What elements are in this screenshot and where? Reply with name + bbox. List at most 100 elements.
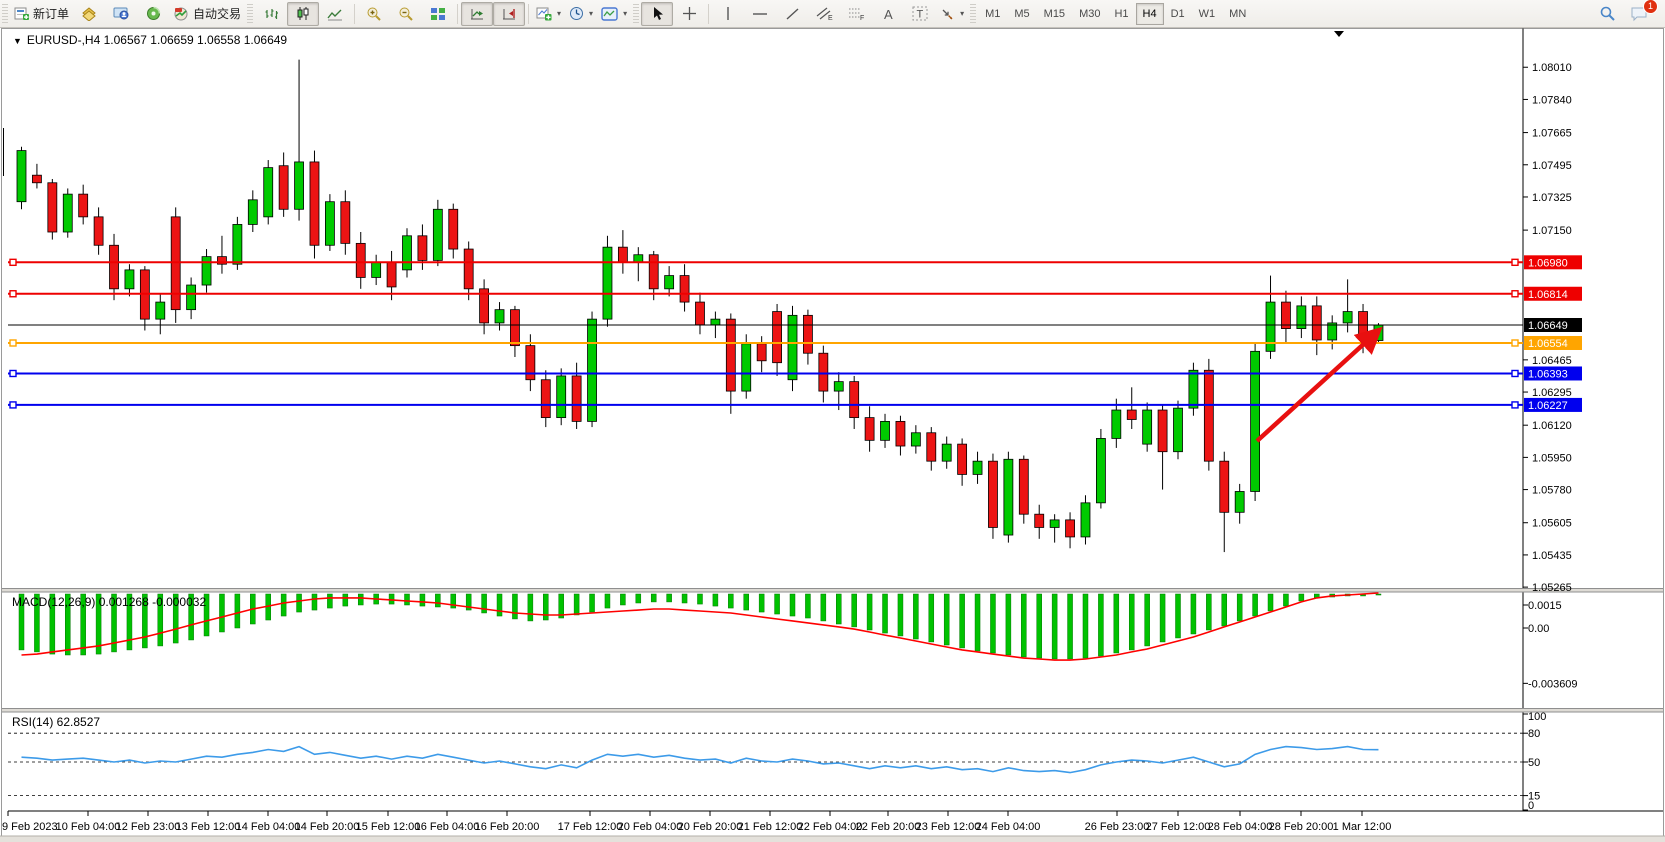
zoom-in-icon (366, 6, 382, 22)
time-axis-label: 20 Feb 04:00 (618, 821, 683, 833)
timeframe-button-m30[interactable]: M30 (1072, 3, 1107, 25)
news-icon (146, 6, 161, 21)
fibonacci-button[interactable]: F (840, 2, 872, 26)
periods-clock-icon (569, 6, 584, 21)
hline-handle[interactable] (10, 291, 16, 297)
cursor-button[interactable] (641, 2, 673, 26)
timeframe-button-m1[interactable]: M1 (978, 3, 1007, 25)
equidistant-channel-button[interactable]: E (808, 2, 840, 26)
search-button[interactable] (1591, 2, 1623, 26)
new-order-button[interactable]: 新订单 (10, 2, 73, 26)
svg-text:A: A (884, 7, 893, 21)
trendline-button[interactable] (776, 2, 808, 26)
bar-chart-button[interactable] (255, 2, 287, 26)
macd-axis-label: 0.0015 (1528, 600, 1562, 612)
zoom-in-button[interactable] (358, 2, 390, 26)
price-tick-label: 1.05950 (1532, 452, 1572, 464)
price-tick-label: 1.05605 (1532, 518, 1572, 530)
timeframe-button-w1[interactable]: W1 (1192, 3, 1223, 25)
time-axis-label: 23 Feb 12:00 (916, 821, 981, 833)
trendline-icon (785, 7, 800, 21)
price-tick-label: 1.06465 (1532, 355, 1572, 367)
chevron-down-icon: ▾ (623, 9, 627, 18)
toolbar: 新订单 (0, 0, 1665, 28)
horizontal-line-button[interactable] (744, 2, 776, 26)
timeframe-button-m5[interactable]: M5 (1007, 3, 1036, 25)
equidistant-channel-icon: E (816, 6, 833, 21)
chart-title: ▼EURUSD-,H4 1.06567 1.06659 1.06558 1.06… (13, 33, 287, 47)
chart-dropdown-icon[interactable]: ▼ (13, 36, 22, 46)
hline-handle[interactable] (10, 370, 16, 376)
time-axis-label: 14 Feb 20:00 (295, 821, 360, 833)
price-tick-label: 1.07665 (1532, 128, 1572, 140)
periods-clock-button[interactable]: ▾ (565, 2, 597, 26)
timeframe-button-h1[interactable]: H1 (1107, 3, 1135, 25)
time-axis-label: 22 Feb 20:00 (856, 821, 921, 833)
tile-windows-icon (430, 7, 446, 21)
tile-windows-button[interactable] (422, 2, 454, 26)
add-indicator-button[interactable]: ▾ (532, 2, 565, 26)
toolbar-grip (970, 4, 976, 24)
zoom-out-icon (398, 6, 414, 22)
crosshair-button[interactable] (673, 2, 705, 26)
hline-handle[interactable] (1512, 402, 1518, 408)
hline-handle[interactable] (1512, 370, 1518, 376)
horizontal-line-icon (752, 9, 768, 19)
price-tick-label: 1.05435 (1532, 550, 1572, 562)
text-button[interactable]: A (872, 2, 904, 26)
hline-handle[interactable] (1512, 340, 1518, 346)
line-chart-icon (327, 7, 343, 21)
timeframe-button-d1[interactable]: D1 (1164, 3, 1192, 25)
time-axis-label: 13 Feb 12:00 (176, 821, 241, 833)
time-axis-label: 12 Feb 23:00 (116, 821, 181, 833)
chevron-down-icon: ▾ (557, 9, 561, 18)
time-axis-label: 27 Feb 12:00 (1146, 821, 1211, 833)
hline-handle[interactable] (1512, 291, 1518, 297)
price-tick-label: 1.07840 (1532, 94, 1572, 106)
auto-scroll-button[interactable] (461, 2, 493, 26)
rsi-axis-label: 100 (1528, 711, 1546, 723)
time-axis-label: 14 Feb 04:00 (236, 821, 301, 833)
mt4-window: 新订单 (0, 0, 1665, 842)
rsi-axis-label: 0 (1528, 800, 1534, 812)
toolbar-grip (633, 4, 639, 24)
timeframe-button-mn[interactable]: MN (1222, 3, 1253, 25)
vertical-line-button[interactable] (712, 2, 744, 26)
templates-icon (601, 7, 618, 21)
community-icon (113, 6, 129, 21)
auto-trading-button[interactable]: 自动交易 (169, 2, 245, 26)
hline-handle[interactable] (10, 402, 16, 408)
price-line-badge: 1.06814 (1528, 289, 1568, 301)
accounts-icon (81, 7, 97, 21)
arrows-tool-button[interactable]: ▾ (936, 2, 968, 26)
timeframe-group: M1M5M15M30H1H4D1W1MN (978, 3, 1253, 25)
price-tick-label: 1.08010 (1532, 62, 1572, 74)
svg-text:T: T (917, 9, 924, 21)
hline-handle[interactable] (10, 259, 16, 265)
search-icon (1599, 5, 1616, 22)
line-chart-button[interactable] (319, 2, 351, 26)
auto-scroll-icon (470, 7, 485, 21)
text-label-button[interactable]: T (904, 2, 936, 26)
news-button[interactable] (137, 2, 169, 26)
toolbar-grip (247, 4, 253, 24)
chart-shift-button[interactable] (493, 2, 525, 26)
candle-chart-button[interactable] (287, 2, 319, 26)
community-button[interactable] (105, 2, 137, 26)
templates-button[interactable]: ▾ (597, 2, 631, 26)
arrows-tool-icon (940, 7, 955, 21)
accounts-button[interactable] (73, 2, 105, 26)
candle-chart-icon (296, 6, 310, 21)
timeframe-button-h4[interactable]: H4 (1136, 3, 1164, 25)
timeframe-button-m15[interactable]: M15 (1037, 3, 1072, 25)
macd-indicator-title: MACD(12,26,9) 0.001268 -0.000032 (12, 595, 206, 609)
toolbar-separator (708, 4, 709, 24)
hline-handle[interactable] (10, 340, 16, 346)
chart-canvas[interactable]: 1.069801.068141.066491.065541.063931.062… (0, 0, 1665, 842)
rsi-axis-label: 50 (1528, 757, 1540, 769)
auto-trading-icon (173, 6, 189, 21)
hline-handle[interactable] (1512, 259, 1518, 265)
zoom-out-button[interactable] (390, 2, 422, 26)
notifications-button[interactable]: 1 (1623, 2, 1655, 26)
toolbar-grip (2, 4, 8, 24)
